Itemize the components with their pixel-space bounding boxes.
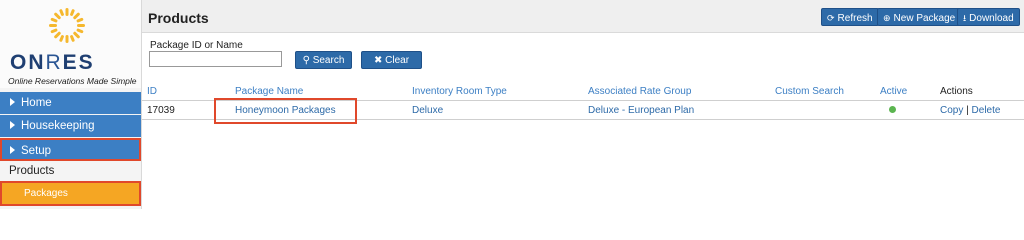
- search-icon: ⚲: [302, 55, 310, 66]
- sidebar-item-housekeeping[interactable]: Housekeeping: [0, 115, 141, 137]
- sidebar: ONRES Online Reservations Made Simple Ho…: [0, 0, 142, 209]
- active-status-dot-icon: [889, 106, 896, 113]
- refresh-button[interactable]: ⟳ Refresh: [821, 8, 879, 26]
- cell-active: [880, 105, 896, 116]
- download-button[interactable]: ⭳ Download: [957, 8, 1020, 26]
- sidebar-item-label: Setup: [21, 145, 52, 157]
- plus-circle-icon: ⊕: [883, 13, 891, 23]
- download-icon: ⭳: [963, 13, 967, 23]
- cell-id: 17039: [147, 105, 175, 116]
- close-icon: ✖: [373, 55, 383, 66]
- sidebar-section-products: Products: [0, 162, 141, 181]
- caret-right-icon: [10, 121, 15, 129]
- column-header-id[interactable]: ID: [147, 86, 157, 97]
- search-button[interactable]: ⚲ Search: [295, 51, 352, 69]
- logo-area: ONRES Online Reservations Made Simple: [0, 0, 141, 88]
- copy-link[interactable]: Copy: [940, 105, 963, 116]
- sidebar-item-label: Home: [21, 97, 52, 109]
- delete-link[interactable]: Delete: [972, 105, 1001, 116]
- search-input[interactable]: [149, 51, 282, 67]
- page-header: Products ⟳ Refresh ⊕ New Package ⭳ Download: [142, 0, 1024, 33]
- clear-button[interactable]: ✖ Clear: [361, 51, 422, 69]
- search-label: Package ID or Name: [150, 40, 243, 51]
- sun-logo-icon: [49, 8, 85, 43]
- room-type-link[interactable]: Deluxe: [412, 105, 443, 116]
- column-header-rate-group[interactable]: Associated Rate Group: [588, 86, 691, 97]
- actions-separator: |: [966, 105, 969, 116]
- column-header-room-type[interactable]: Inventory Room Type: [412, 86, 507, 97]
- caret-right-icon: [10, 98, 15, 106]
- caret-right-icon: [10, 146, 15, 154]
- sidebar-item-home[interactable]: Home: [0, 92, 141, 114]
- refresh-icon: ⟳: [827, 13, 835, 23]
- brand-tagline: Online Reservations Made Simple: [8, 76, 137, 86]
- sidebar-item-setup[interactable]: Setup: [0, 138, 141, 161]
- column-header-package-name[interactable]: Package Name: [235, 86, 303, 97]
- rate-group-link[interactable]: Deluxe - European Plan: [588, 105, 694, 116]
- cell-actions: Copy | Delete: [940, 105, 1000, 116]
- package-name-highlight: [214, 98, 357, 124]
- sidebar-item-packages[interactable]: Packages: [0, 181, 141, 206]
- page-title: Products: [148, 10, 209, 26]
- column-header-custom-search[interactable]: Custom Search: [775, 86, 844, 97]
- brand-logo: ONRES: [10, 51, 95, 74]
- column-header-actions: Actions: [940, 86, 973, 97]
- column-header-active[interactable]: Active: [880, 86, 907, 97]
- sidebar-item-label: Housekeeping: [21, 120, 95, 132]
- new-package-button[interactable]: ⊕ New Package: [877, 8, 962, 26]
